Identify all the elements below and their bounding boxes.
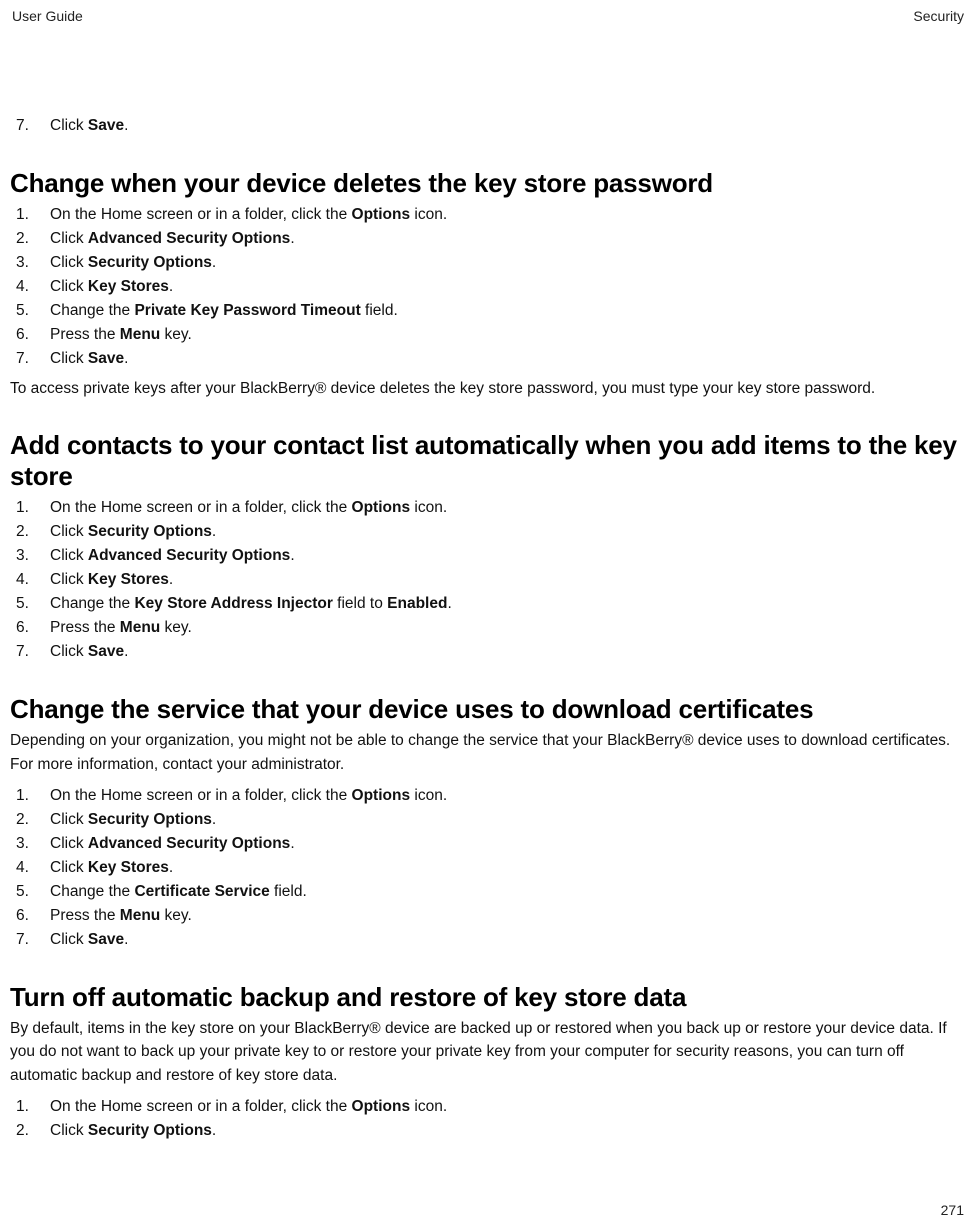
step-number: 7.: [16, 928, 40, 952]
step-text: Click Key Stores.: [40, 568, 966, 592]
list-item: 1.On the Home screen or in a folder, cli…: [16, 203, 966, 227]
step-text: On the Home screen or in a folder, click…: [40, 203, 966, 227]
step-text: Click Save.: [40, 114, 966, 138]
section1-steps: 1.On the Home screen or in a folder, cli…: [10, 203, 966, 371]
step-text: On the Home screen or in a folder, click…: [40, 496, 966, 520]
step-text: On the Home screen or in a folder, click…: [40, 1095, 966, 1119]
step-text: On the Home screen or in a folder, click…: [40, 784, 966, 808]
step-text: Click Key Stores.: [40, 856, 966, 880]
header-right: Security: [913, 8, 964, 24]
step-text: Press the Menu key.: [40, 904, 966, 928]
step-text: Press the Menu key.: [40, 616, 966, 640]
list-item: 3.Click Advanced Security Options.: [16, 544, 966, 568]
step-number: 6.: [16, 904, 40, 928]
list-item: 4.Click Key Stores.: [16, 856, 966, 880]
list-item: 3.Click Advanced Security Options.: [16, 832, 966, 856]
step-number: 6.: [16, 323, 40, 347]
step-number: 7.: [16, 114, 40, 138]
list-item: 2.Click Security Options.: [16, 520, 966, 544]
list-item: 5.Change the Key Store Address Injector …: [16, 592, 966, 616]
step-text: Press the Menu key.: [40, 323, 966, 347]
list-item: 7.Click Save.: [16, 640, 966, 664]
step-text: Change the Certificate Service field.: [40, 880, 966, 904]
page-number: 271: [941, 1202, 964, 1218]
list-item: 4.Click Key Stores.: [16, 275, 966, 299]
list-item: 6.Press the Menu key.: [16, 323, 966, 347]
step-number: 5.: [16, 299, 40, 323]
step-number: 4.: [16, 275, 40, 299]
step-number: 3.: [16, 544, 40, 568]
step-number: 5.: [16, 592, 40, 616]
section4-steps: 1.On the Home screen or in a folder, cli…: [10, 1095, 966, 1143]
page-header: User Guide Security: [10, 8, 966, 24]
step-number: 4.: [16, 856, 40, 880]
page-content: 7. Click Save. Change when your device d…: [10, 24, 966, 1143]
header-left: User Guide: [12, 8, 83, 24]
step-text: Click Security Options.: [40, 251, 966, 275]
list-item: 7.Click Save.: [16, 928, 966, 952]
step-text: Click Key Stores.: [40, 275, 966, 299]
section4-intro: By default, items in the key store on yo…: [10, 1017, 966, 1087]
step-text: Click Save.: [40, 640, 966, 664]
step-number: 5.: [16, 880, 40, 904]
step-number: 3.: [16, 251, 40, 275]
list-item: 5.Change the Private Key Password Timeou…: [16, 299, 966, 323]
list-item: 5.Change the Certificate Service field.: [16, 880, 966, 904]
list-item: 4.Click Key Stores.: [16, 568, 966, 592]
step-number: 7.: [16, 347, 40, 371]
section3-steps: 1.On the Home screen or in a folder, cli…: [10, 784, 966, 952]
step-number: 2.: [16, 1119, 40, 1143]
section2-steps: 1.On the Home screen or in a folder, cli…: [10, 496, 966, 664]
step-number: 7.: [16, 640, 40, 664]
list-item: 6.Press the Menu key.: [16, 616, 966, 640]
step-number: 1.: [16, 1095, 40, 1119]
section-heading: Change the service that your device uses…: [10, 694, 966, 725]
step-text: Click Advanced Security Options.: [40, 832, 966, 856]
list-item: 1.On the Home screen or in a folder, cli…: [16, 1095, 966, 1119]
step-number: 1.: [16, 203, 40, 227]
step-text: Change the Key Store Address Injector fi…: [40, 592, 966, 616]
list-item: 1.On the Home screen or in a folder, cli…: [16, 496, 966, 520]
document-page: User Guide Security 7. Click Save. Chang…: [0, 0, 976, 1228]
section-heading: Change when your device deletes the key …: [10, 168, 966, 199]
list-item: 2.Click Advanced Security Options.: [16, 227, 966, 251]
list-item: 2.Click Security Options.: [16, 808, 966, 832]
step-text: Change the Private Key Password Timeout …: [40, 299, 966, 323]
step-number: 6.: [16, 616, 40, 640]
list-item: 2.Click Security Options.: [16, 1119, 966, 1143]
step-text: Click Save.: [40, 928, 966, 952]
list-item: 1.On the Home screen or in a folder, cli…: [16, 784, 966, 808]
list-item: 7. Click Save.: [16, 114, 966, 138]
section1-note: To access private keys after your BlackB…: [10, 377, 966, 400]
list-item: 6.Press the Menu key.: [16, 904, 966, 928]
step-number: 3.: [16, 832, 40, 856]
intro-step-list: 7. Click Save.: [10, 114, 966, 138]
step-number: 4.: [16, 568, 40, 592]
section-heading: Turn off automatic backup and restore of…: [10, 982, 966, 1013]
step-text: Click Security Options.: [40, 520, 966, 544]
step-number: 2.: [16, 808, 40, 832]
step-number: 2.: [16, 227, 40, 251]
section-heading: Add contacts to your contact list automa…: [10, 430, 966, 492]
list-item: 7.Click Save.: [16, 347, 966, 371]
step-number: 2.: [16, 520, 40, 544]
step-number: 1.: [16, 496, 40, 520]
step-text: Click Save.: [40, 347, 966, 371]
step-text: Click Security Options.: [40, 808, 966, 832]
step-number: 1.: [16, 784, 40, 808]
step-text: Click Security Options.: [40, 1119, 966, 1143]
section3-intro: Depending on your organization, you migh…: [10, 729, 966, 776]
step-text: Click Advanced Security Options.: [40, 544, 966, 568]
list-item: 3.Click Security Options.: [16, 251, 966, 275]
step-text: Click Advanced Security Options.: [40, 227, 966, 251]
